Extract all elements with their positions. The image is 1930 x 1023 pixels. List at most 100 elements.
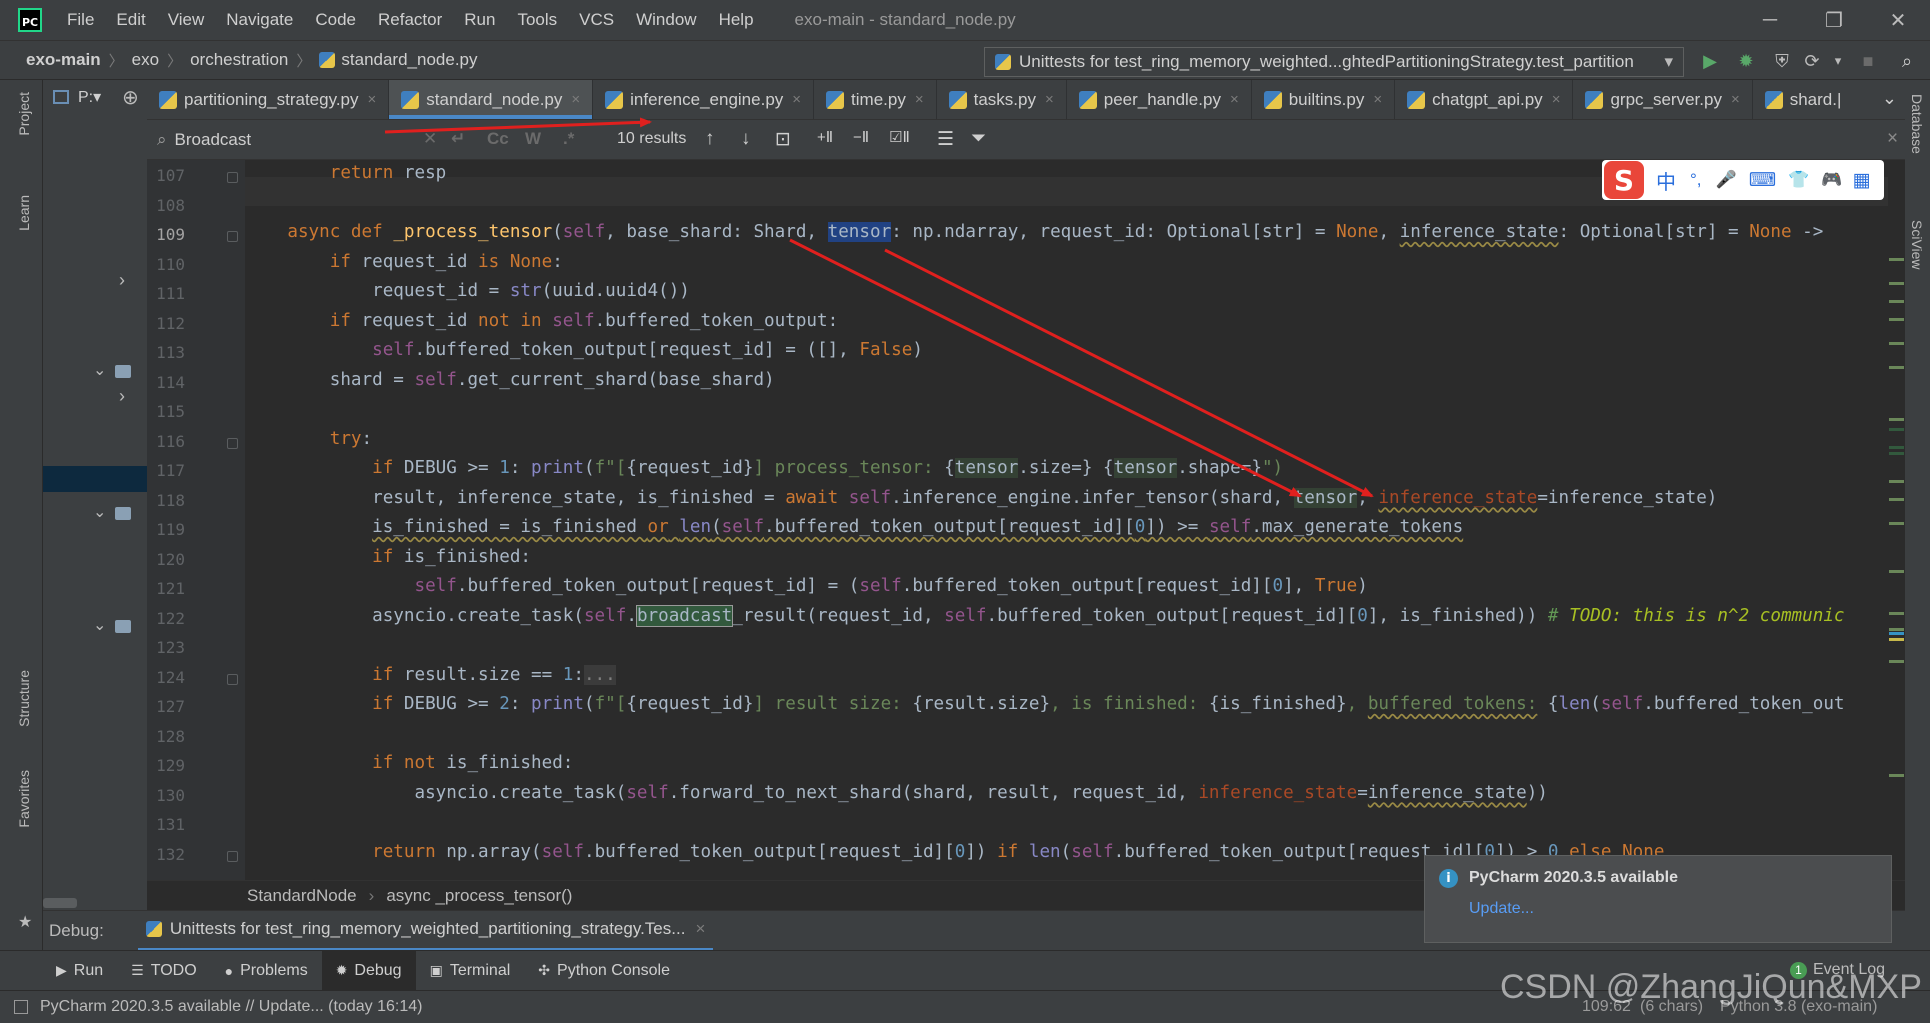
error-stripe-mark[interactable] (1889, 498, 1904, 501)
database-tool-tab[interactable]: Database (1909, 94, 1925, 154)
game-icon[interactable]: 🎮 (1821, 170, 1842, 190)
panel-toggle-icon[interactable] (14, 1000, 28, 1014)
menu-help[interactable]: Help (708, 10, 765, 30)
error-stripe-mark[interactable] (1889, 366, 1904, 369)
error-stripe-mark[interactable] (1889, 446, 1904, 449)
code-line[interactable]: try: (245, 425, 372, 454)
code-editor[interactable]: return resp async def _process_tensor(se… (245, 160, 1905, 880)
problems-tool-button[interactable]: ● Problems (211, 951, 322, 991)
code-line[interactable]: asyncio.create_task(self.broadcast_resul… (245, 602, 1845, 631)
search-everywhere-icon[interactable]: ⌕ (1895, 49, 1919, 73)
tree-expand-icon[interactable]: › (119, 386, 125, 407)
close-tab-icon[interactable]: × (1552, 91, 1561, 108)
tab-grpc-server[interactable]: grpc_server.py × (1573, 80, 1753, 119)
stop-icon[interactable]: ■ (1856, 49, 1880, 73)
code-line[interactable]: request_id = str(uuid.uuid4()) (245, 277, 690, 306)
code-line[interactable]: self.buffered_token_output[request_id] =… (245, 336, 923, 365)
line-number[interactable]: 130 (147, 786, 185, 805)
debug-session-tab[interactable]: Unittests for test_ring_memory_weighted_… (137, 911, 714, 951)
debug-icon[interactable]: ✹ (1734, 49, 1758, 73)
select-all-occurrences-icon[interactable]: ☑Ⅱ (889, 128, 910, 146)
error-stripe-mark[interactable] (1889, 282, 1904, 285)
line-number[interactable]: 108 (147, 196, 185, 215)
tab-tasks[interactable]: tasks.py × (937, 80, 1067, 119)
code-line[interactable]: result, inference_state, is_finished = a… (245, 484, 1717, 513)
code-line[interactable]: asyncio.create_task(self.forward_to_next… (245, 779, 1547, 808)
line-number[interactable]: 118 (147, 491, 185, 510)
fold-marker-icon[interactable] (227, 673, 238, 685)
line-number[interactable]: 121 (147, 579, 185, 598)
close-tab-icon[interactable]: × (571, 91, 580, 108)
python-console-tool-button[interactable]: ✣ Python Console (524, 951, 684, 991)
menu-navigate[interactable]: Navigate (215, 10, 304, 30)
menu-vcs[interactable]: VCS (568, 10, 625, 30)
code-line[interactable]: if request_id not in self.buffered_token… (245, 307, 838, 336)
line-number[interactable]: 127 (147, 697, 185, 716)
toolbox-icon[interactable]: ▦ (1852, 169, 1870, 192)
error-stripe-mark[interactable] (1889, 318, 1904, 321)
menu-window[interactable]: Window (625, 10, 707, 30)
code-line[interactable]: shard = self.get_current_shard(base_shar… (245, 366, 775, 395)
line-number[interactable]: 112 (147, 314, 185, 333)
close-tab-icon[interactable]: × (1373, 91, 1382, 108)
tree-collapse-icon[interactable]: ⌄ (93, 615, 106, 635)
skin-icon[interactable]: 👕 (1788, 170, 1809, 190)
menu-view[interactable]: View (157, 10, 216, 30)
update-notification[interactable]: i PyCharm 2020.3.5 available Update... (1424, 855, 1892, 943)
keyboard-icon[interactable]: ⌨ (1749, 169, 1776, 192)
code-line[interactable]: is_finished = is_finished or len(self.bu… (245, 513, 1463, 542)
whole-words-toggle[interactable]: W (525, 129, 541, 149)
line-number[interactable]: 128 (147, 727, 185, 746)
filter-icon[interactable]: ⏷ (971, 128, 986, 150)
close-tab-icon[interactable]: × (792, 91, 801, 108)
remove-occurrence-icon[interactable]: −Ⅱ (853, 128, 869, 146)
run-tool-button[interactable]: ▶ Run (42, 951, 117, 991)
line-number[interactable]: 124 (147, 668, 185, 687)
status-message[interactable]: PyCharm 2020.3.5 available // Update... … (40, 998, 422, 1016)
error-stripe-mark[interactable] (1889, 418, 1904, 421)
menu-refactor[interactable]: Refactor (367, 10, 453, 30)
fold-marker-icon[interactable] (227, 437, 238, 449)
search-input[interactable]: ⌕ Broadcast (149, 120, 589, 160)
search-in-selection-icon[interactable]: ☰ (937, 128, 954, 151)
code-line[interactable]: if DEBUG >= 2: print(f"[{request_id}] re… (245, 690, 1844, 719)
error-stripe-mark[interactable] (1889, 638, 1904, 641)
fold-marker-icon[interactable] (227, 172, 238, 183)
sciview-tool-tab[interactable]: SciView (1909, 220, 1925, 270)
line-number[interactable]: 131 (147, 815, 185, 834)
horizontal-scrollbar[interactable] (43, 898, 77, 908)
microphone-icon[interactable]: 🎤 (1716, 170, 1737, 190)
line-number[interactable]: 109 (147, 225, 185, 244)
profile-icon[interactable]: ⟳ (1800, 49, 1824, 73)
code-line[interactable]: if result.size == 1:... (245, 661, 616, 690)
next-occurrence-icon[interactable]: ↓ (741, 128, 751, 150)
breadcrumb-project[interactable]: exo-main (26, 50, 101, 70)
tab-overflow-icon[interactable]: ⌄ (1882, 88, 1897, 109)
run-configuration-dropdown[interactable]: Unittests for test_ring_memory_weighted.… (984, 47, 1684, 77)
line-number[interactable]: 123 (147, 638, 185, 657)
update-link[interactable]: Update... (1469, 900, 1534, 918)
tree-collapse-icon[interactable]: ⌄ (93, 502, 106, 522)
error-stripe-mark[interactable] (1889, 632, 1904, 635)
menu-run[interactable]: Run (453, 10, 506, 30)
tab-peer-handle[interactable]: peer_handle.py × (1067, 80, 1252, 119)
error-stripe-mark[interactable] (1889, 300, 1904, 303)
close-tab-icon[interactable]: × (1045, 91, 1054, 108)
error-stripe[interactable] (1888, 160, 1905, 880)
menu-file[interactable]: File (56, 10, 105, 30)
line-number[interactable]: 119 (147, 520, 185, 539)
line-number[interactable]: 110 (147, 255, 185, 274)
breadcrumb-orchestration[interactable]: orchestration (190, 50, 288, 70)
run-icon[interactable]: ▶ (1698, 49, 1722, 73)
fold-marker-icon[interactable] (227, 850, 238, 862)
tab-chatgpt-api[interactable]: chatgpt_api.py × (1395, 80, 1574, 119)
code-line[interactable]: return resp (245, 160, 447, 188)
close-find-bar-icon[interactable]: × (1887, 128, 1898, 150)
line-number[interactable]: 122 (147, 609, 185, 628)
line-number[interactable]: 115 (147, 402, 185, 421)
line-number[interactable]: 114 (147, 373, 185, 392)
minimize-button[interactable]: ─ (1738, 0, 1802, 40)
error-stripe-mark[interactable] (1889, 480, 1904, 483)
code-line[interactable]: async def _process_tensor(self, base_sha… (245, 218, 1823, 247)
error-stripe-mark[interactable] (1889, 774, 1904, 777)
